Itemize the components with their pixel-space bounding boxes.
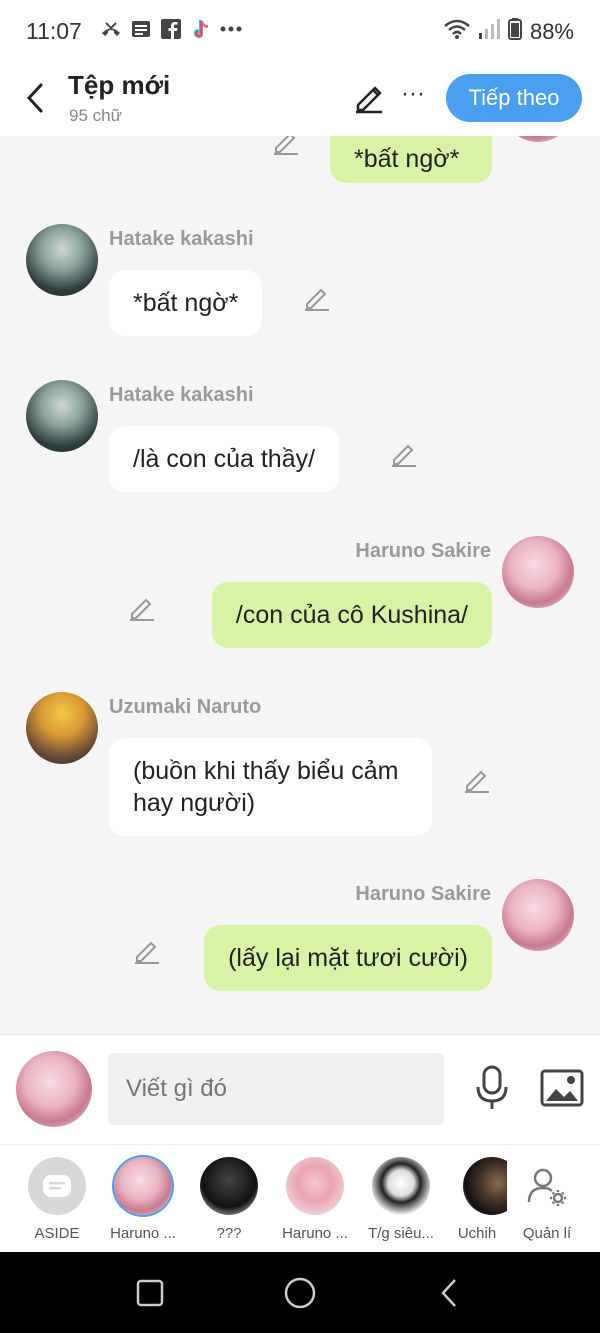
avatar[interactable] [26,380,98,452]
wifi-icon [444,19,470,45]
character-item[interactable]: ??? [189,1157,269,1242]
home-icon [284,1277,316,1309]
avatar [463,1157,507,1215]
character-label: Quản lí [522,1225,572,1242]
edit-message-icon[interactable] [463,766,491,794]
avatar[interactable] [26,224,98,296]
pencil-icon [356,86,382,114]
system-navigation-bar [0,1252,600,1333]
avatar[interactable] [502,536,574,608]
current-speaker-avatar[interactable] [16,1051,92,1127]
character-label: ASIDE [34,1225,80,1242]
speaker-name: Hatake kakashi [109,228,254,250]
back-button[interactable] [18,78,52,118]
home-button[interactable] [283,1276,317,1310]
edit-message-icon[interactable] [133,937,161,965]
back-arrow-icon [441,1279,456,1307]
message-icon [130,18,152,40]
recents-icon [136,1279,164,1307]
speaker-name: Hatake kakashi [109,384,254,406]
message-item: Uzumaki Naruto (buồn khi thấy biểu cảm h… [0,692,600,842]
message-input[interactable] [108,1053,444,1125]
chat-area[interactable]: *bất ngờ* Hatake kakashi *bất ngờ* Hatak… [0,136,600,1034]
character-label: Uchih [457,1225,497,1242]
message-item: Haruno Sakire /con của cô Kushina/ [0,536,600,656]
character-item[interactable]: Uchih [447,1157,507,1242]
message-bubble[interactable]: *bất ngờ* [330,136,492,183]
edit-title-button[interactable] [352,80,386,114]
message-bubble[interactable]: (lấy lại mặt tươi cười) [204,925,492,991]
tiktok-icon [190,18,212,40]
character-label: Haruno ... [110,1225,176,1242]
message-item: Hatake kakashi *bất ngờ* [0,224,600,344]
message-bubble[interactable]: /là con của thầy/ [109,426,340,492]
battery-level: 88% [529,19,574,44]
character-item[interactable]: Haruno ... [103,1157,183,1242]
edit-message-icon[interactable] [303,284,331,312]
edit-message-icon[interactable] [390,440,418,468]
message-item: *bất ngờ* [0,136,600,196]
insert-image-button[interactable] [540,1067,584,1109]
aside-icon [28,1157,86,1215]
missed-call-icon [100,18,122,40]
nav-back-button[interactable] [433,1276,467,1310]
chevron-left-icon [26,83,43,113]
message-item: Haruno Sakire (lấy lại mặt tươi cười) [0,879,600,999]
message-item: Hatake kakashi /là con của thầy/ [0,380,600,500]
avatar[interactable] [502,879,574,951]
message-bubble[interactable]: /con của cô Kushina/ [211,582,492,648]
avatar [200,1157,258,1215]
avatar [286,1157,344,1215]
status-right: 88% [444,18,574,46]
battery-icon [507,18,522,46]
facebook-icon [160,18,182,40]
speaker-name: Uzumaki Naruto [109,696,262,718]
status-bar: 11:07 88% [0,0,600,62]
speaker-name: Haruno Sakire [355,883,491,905]
word-count: 95 chữ [69,106,122,125]
microphone-button[interactable] [474,1065,510,1111]
image-icon [540,1069,584,1107]
character-label: Haruno ... [282,1225,348,1242]
status-time: 11:07 [26,18,82,44]
more-dots-icon [220,18,242,40]
character-item[interactable]: T/g siêu... [361,1157,441,1242]
character-label: T/g siêu... [368,1225,434,1242]
editor-header: Tệp mới 95 chữ ··· Tiếp theo [0,62,600,136]
character-bar: ASIDE Haruno ... ??? Haruno ... T/g siêu… [0,1144,600,1252]
character-aside[interactable]: ASIDE [17,1157,97,1242]
message-bubble[interactable]: (buồn khi thấy biểu cảm hay người) [109,738,432,836]
avatar[interactable] [502,136,574,142]
compose-bar [0,1034,600,1144]
page-title: Tệp mới [68,70,171,100]
character-label: ??? [216,1225,242,1242]
edit-message-icon[interactable] [272,136,300,156]
message-bubble[interactable]: *bất ngờ* [109,270,263,336]
more-options-button[interactable]: ··· [398,80,428,114]
user-settings-icon [518,1157,576,1215]
signal-icon [478,19,500,45]
avatar [372,1157,430,1215]
recent-apps-button[interactable] [133,1276,167,1310]
notification-icons [100,18,242,40]
avatar [114,1157,172,1215]
next-button[interactable]: Tiếp theo [446,74,582,122]
avatar[interactable] [26,692,98,764]
speaker-name: Haruno Sakire [355,540,491,562]
microphone-icon [476,1065,508,1109]
manage-characters-button[interactable]: Quản lí [507,1157,587,1242]
edit-message-icon[interactable] [128,594,156,622]
character-item[interactable]: Haruno ... [275,1157,355,1242]
